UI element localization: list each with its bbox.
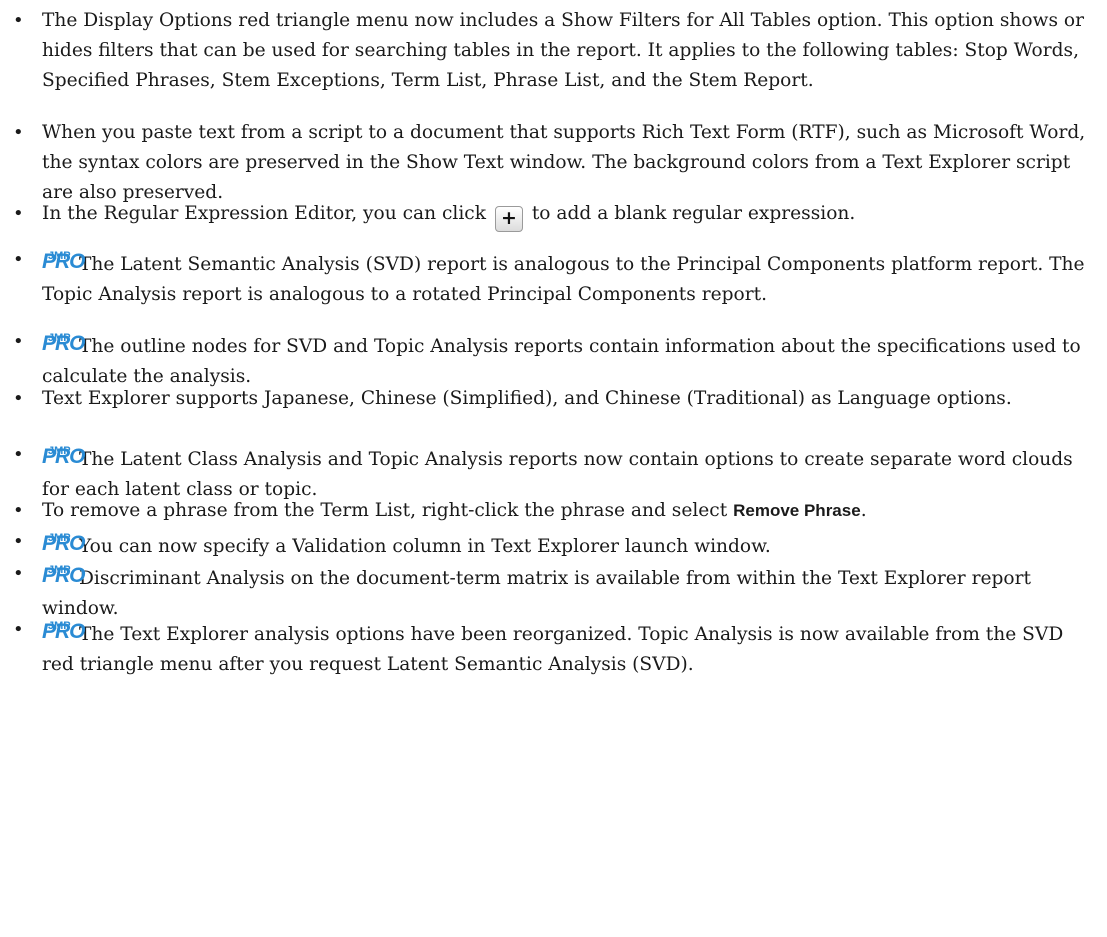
bullet-marker: • xyxy=(13,444,24,465)
list-item-text-before: In the Regular Expression Editor, you ca… xyxy=(42,203,486,224)
list-item-text-after: to add a blank regular expression. xyxy=(531,203,856,224)
add-expression-icon: + xyxy=(494,206,523,232)
list-item-text: When you paste text from a script to a d… xyxy=(42,122,1086,203)
list-item-text: In the Regular Expression Editor, you ca… xyxy=(42,199,1097,232)
list-item-text: JMP PRO You can now specify a Validation c… xyxy=(42,527,1097,562)
list-item-text: JMP PRO The Text Explorer analysis options… xyxy=(42,615,1097,680)
jmp-pro-badge-icon: JMP PRO xyxy=(42,332,86,355)
bullet-marker: • xyxy=(13,388,24,409)
jmp-pro-badge-icon: JMP PRO xyxy=(42,620,86,643)
jmp-pro-badge-icon: JMP PRO xyxy=(42,532,86,555)
bullet-marker: • xyxy=(13,619,24,640)
list-item-text: JMP PRO The Latent Semantic Analysis (SVD)… xyxy=(42,245,1097,310)
bullet-marker: • xyxy=(13,122,24,143)
list-item-text: Text Explorer supports Japanese, Chinese… xyxy=(42,388,1012,409)
list-item-text: To remove a phrase from the Term List, r… xyxy=(42,500,867,521)
list-item-text: The Display Options red triangle menu no… xyxy=(42,10,1085,91)
jmp-pro-badge-icon: JMP PRO xyxy=(42,445,86,468)
bullet-marker: • xyxy=(13,531,24,552)
jmp-pro-badge-icon: JMP PRO xyxy=(42,564,86,587)
bullet-marker: • xyxy=(13,331,24,352)
bullet-marker: • xyxy=(13,500,24,521)
bullet-marker: • xyxy=(13,249,24,270)
remove-phrase-term: Remove Phrase xyxy=(733,501,861,520)
list-item-text: JMP PRO The outline nodes for SVD and Topi… xyxy=(42,327,1097,392)
jmp-pro-badge-icon: JMP PRO xyxy=(42,250,86,273)
bullet-marker: • xyxy=(13,563,24,584)
bullet-marker: • xyxy=(13,203,24,224)
bullet-marker: • xyxy=(13,10,24,31)
